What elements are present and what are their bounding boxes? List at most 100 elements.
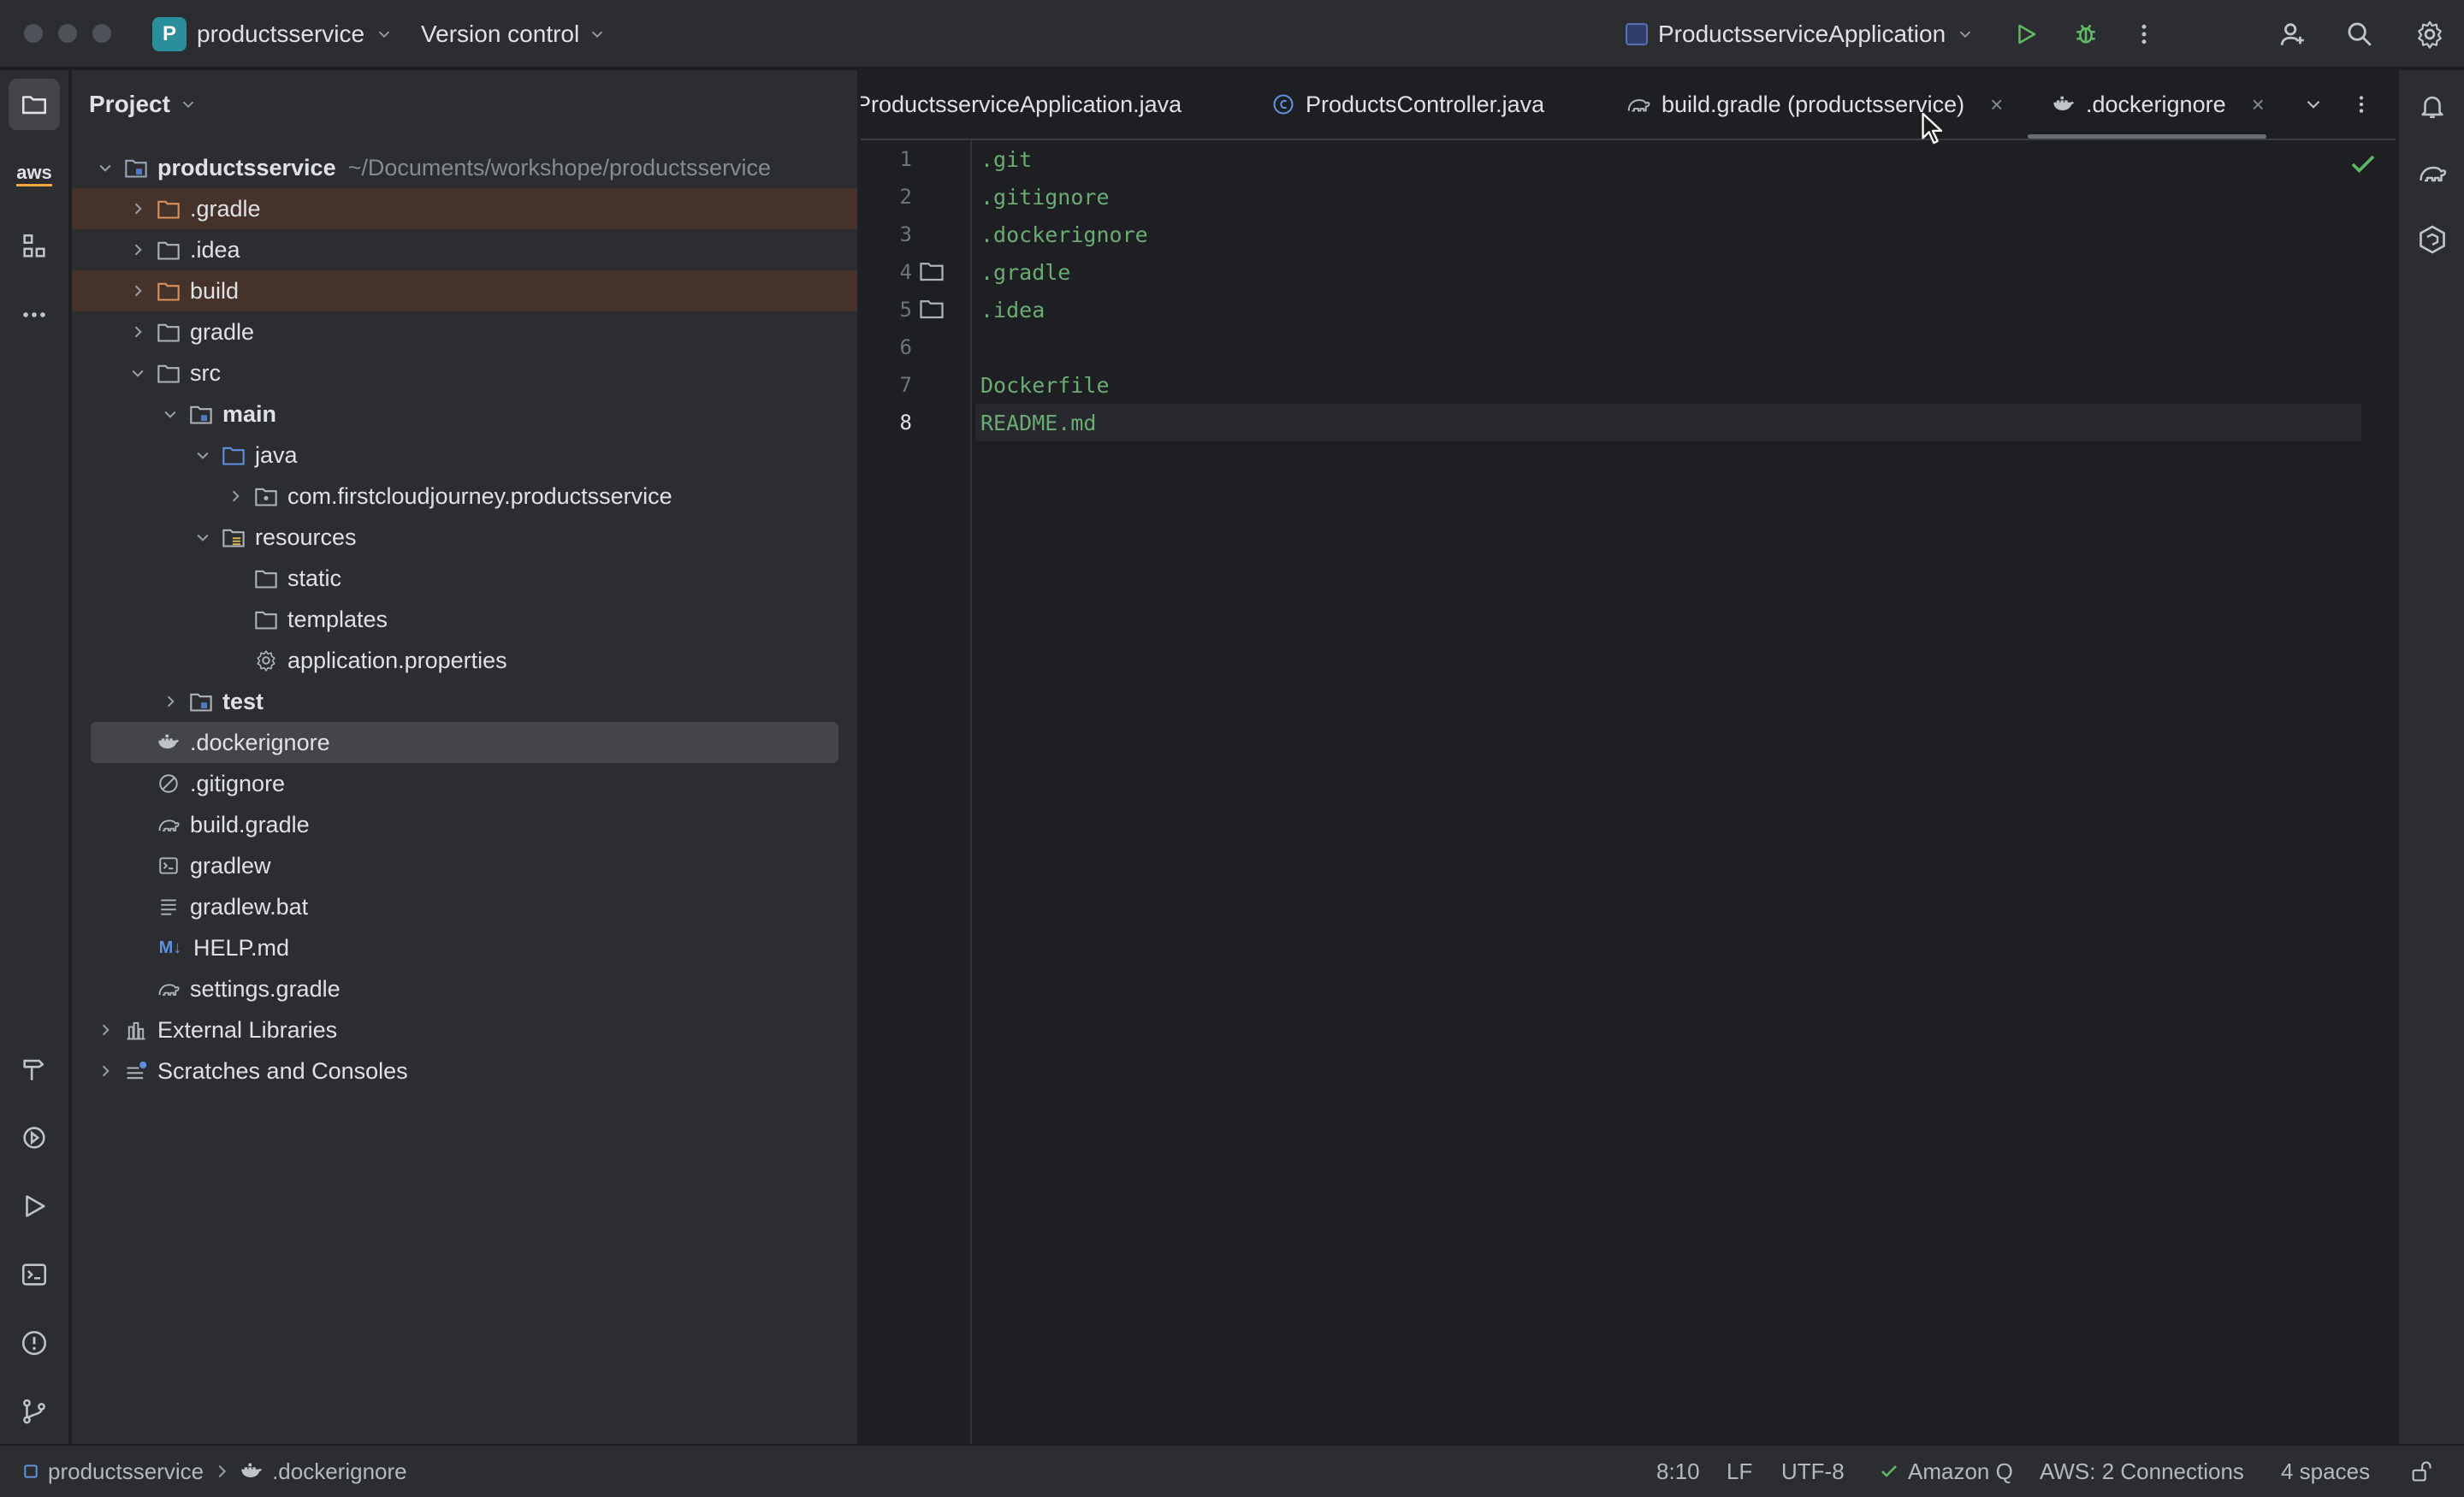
code-line[interactable]: .gradle <box>975 253 2396 291</box>
tree-node-scratches[interactable]: Scratches and Consoles <box>72 1050 857 1092</box>
line-number: 4 <box>899 260 912 284</box>
gradle-elephant-icon <box>156 812 181 837</box>
code-editor[interactable]: 1 2 3 4 5 6 7 8 .git .gitignore .dockeri… <box>861 140 2396 1444</box>
search-everywhere-button[interactable] <box>2343 17 2377 51</box>
notifications-button[interactable] <box>2410 84 2455 128</box>
tab-productsservice-application[interactable]: ProductsserviceApplication.java <box>861 70 1182 139</box>
version-control-menu[interactable]: Version control <box>421 15 607 53</box>
breadcrumb-project[interactable]: productsservice <box>48 1459 204 1485</box>
aws-connections[interactable]: AWS: 2 Connections <box>2040 1446 2244 1497</box>
tree-node-gradle[interactable]: gradle <box>72 311 857 352</box>
folder-icon <box>253 565 279 591</box>
chevron-right-icon[interactable] <box>159 690 181 713</box>
run-configuration-selector[interactable]: ProductsserviceApplication <box>1626 15 1975 53</box>
chevron-right-icon[interactable] <box>127 239 149 261</box>
chevron-down-icon[interactable] <box>127 362 149 384</box>
chevron-down-icon[interactable] <box>159 403 181 425</box>
amazon-q-status[interactable]: Amazon Q <box>1879 1446 2013 1497</box>
code-line[interactable]: .git <box>975 140 2396 178</box>
tree-node-gitignore[interactable]: .gitignore <box>72 763 857 804</box>
tab-close-button[interactable]: × <box>2252 92 2265 118</box>
tree-node-package[interactable]: com.firstcloudjourney.productsservice <box>72 476 857 517</box>
project-name: productsservice <box>197 21 365 47</box>
project-tool-button[interactable] <box>9 79 60 130</box>
tree-node-gradlew[interactable]: gradlew <box>72 845 857 886</box>
window-close-button[interactable] <box>24 24 43 43</box>
code-line[interactable]: .gitignore <box>975 178 2396 216</box>
chevron-right-icon[interactable] <box>94 1019 116 1041</box>
code-line[interactable]: .dockerignore <box>975 216 2396 253</box>
code-line-current[interactable]: README.md <box>975 404 2361 441</box>
tab-dockerignore[interactable]: .dockerignore × <box>2028 70 2266 139</box>
chevron-right-icon[interactable] <box>127 280 149 302</box>
tree-node-src[interactable]: src <box>72 352 857 393</box>
tree-node-templates[interactable]: templates <box>72 599 857 640</box>
project-view-selector[interactable]: Project <box>89 86 198 123</box>
tree-node-help-md[interactable]: M↓ HELP.md <box>72 927 857 968</box>
tree-label: .gitignore <box>190 770 286 796</box>
line-separator[interactable]: LF <box>1727 1446 1752 1497</box>
project-switcher[interactable]: P productsservice <box>152 15 394 53</box>
tree-node-test[interactable]: test <box>72 681 857 722</box>
tree-node-static[interactable]: static <box>72 558 857 599</box>
breadcrumb-file[interactable]: .dockerignore <box>272 1459 407 1485</box>
aws-toolkit-button[interactable]: aws <box>9 149 60 200</box>
caret-position[interactable]: 8:10 <box>1656 1446 1700 1497</box>
tree-node-main[interactable]: main <box>72 393 857 435</box>
window-minimize-button[interactable] <box>58 24 77 43</box>
code-line[interactable] <box>975 328 2396 366</box>
code-line[interactable]: .idea <box>975 291 2396 328</box>
tree-node-resources[interactable]: resources <box>72 517 857 558</box>
run-tool-button[interactable] <box>9 1180 60 1232</box>
chevron-down-icon[interactable] <box>94 157 116 179</box>
problems-tool-button[interactable] <box>9 1317 60 1369</box>
chevron-down-icon[interactable] <box>192 444 214 466</box>
tree-label: java <box>255 441 298 468</box>
more-tools-button[interactable] <box>9 289 60 340</box>
chevron-right-icon[interactable] <box>127 321 149 343</box>
line-number: 7 <box>899 373 912 397</box>
tree-node-gradlew-bat[interactable]: gradlew.bat <box>72 886 857 927</box>
tree-node-build[interactable]: build <box>72 270 857 311</box>
file-encoding[interactable]: UTF-8 <box>1781 1446 1845 1497</box>
amazon-q-button[interactable] <box>2410 217 2455 262</box>
debug-button[interactable] <box>2069 17 2103 51</box>
services-tool-button[interactable] <box>9 1112 60 1163</box>
tree-node-settings-gradle[interactable]: settings.gradle <box>72 968 857 1009</box>
folder-icon <box>920 263 944 281</box>
left-tool-strip: aws <box>0 70 70 1444</box>
run-button[interactable] <box>2009 17 2043 51</box>
tree-node-dot-idea[interactable]: .idea <box>72 229 857 270</box>
structure-tool-button[interactable] <box>9 221 60 272</box>
chevron-right-icon[interactable] <box>224 485 246 507</box>
code-line[interactable]: Dockerfile <box>975 366 2396 404</box>
check-icon[interactable] <box>2348 149 2378 180</box>
tab-list-button[interactable] <box>2298 89 2329 120</box>
gradle-tool-button[interactable] <box>2410 151 2455 195</box>
module-folder-icon <box>123 155 149 180</box>
git-tool-button[interactable] <box>9 1386 60 1437</box>
settings-button[interactable] <box>2413 17 2447 51</box>
chevron-right-icon[interactable] <box>94 1060 116 1082</box>
code-with-me-button[interactable] <box>2276 17 2310 51</box>
tree-node-application-properties[interactable]: application.properties <box>72 640 857 681</box>
tree-node-external-libraries[interactable]: External Libraries <box>72 1009 857 1050</box>
indent-setting[interactable]: 4 spaces <box>2281 1446 2370 1497</box>
terminal-tool-button[interactable] <box>9 1249 60 1300</box>
tab-products-controller[interactable]: ProductsController.java <box>1271 70 1544 139</box>
tab-more-button[interactable] <box>2346 89 2377 120</box>
read-only-toggle[interactable] <box>2409 1446 2433 1497</box>
tree-node-dockerignore[interactable]: .dockerignore <box>91 722 838 763</box>
folder-icon <box>920 300 944 319</box>
tree-node-java[interactable]: java <box>72 435 857 476</box>
chevron-right-icon[interactable] <box>127 198 149 220</box>
tab-build-gradle[interactable]: build.gradle (productsservice) × <box>1626 70 2003 139</box>
tab-close-button[interactable]: × <box>1990 92 2003 118</box>
build-tool-button[interactable] <box>9 1044 60 1095</box>
more-actions-button[interactable] <box>2127 17 2161 51</box>
tree-node-root[interactable]: productsservice ~/Documents/workshope/pr… <box>72 147 857 188</box>
window-zoom-button[interactable] <box>92 24 111 43</box>
chevron-down-icon[interactable] <box>192 526 214 548</box>
tree-node-build-gradle[interactable]: build.gradle <box>72 804 857 845</box>
tree-node-dot-gradle[interactable]: .gradle <box>72 188 857 229</box>
